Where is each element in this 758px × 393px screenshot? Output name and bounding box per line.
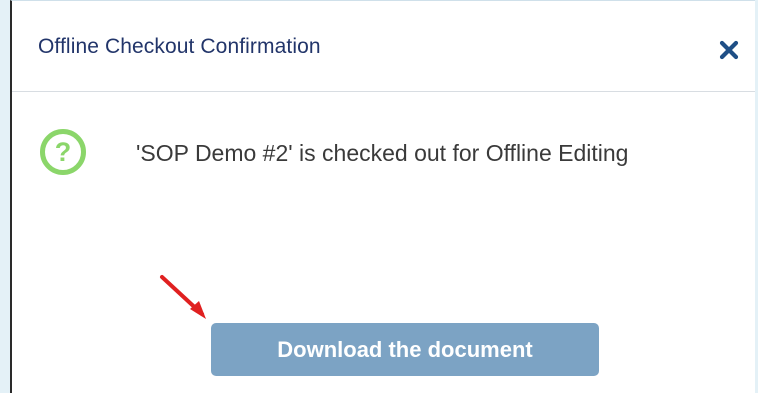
dialog-title: Offline Checkout Confirmation	[38, 35, 321, 58]
question-circle-icon: ?	[38, 127, 88, 177]
svg-text:?: ?	[55, 137, 72, 167]
download-document-button[interactable]: Download the document	[211, 323, 599, 376]
dialog-header: Offline Checkout Confirmation	[12, 1, 755, 92]
close-icon[interactable]	[718, 39, 740, 61]
message-text: 'SOP Demo #2' is checked out for Offline…	[136, 140, 629, 166]
offline-checkout-dialog: Offline Checkout Confirmation ? 'SOP Dem…	[10, 0, 755, 393]
annotation-arrow	[154, 269, 224, 329]
